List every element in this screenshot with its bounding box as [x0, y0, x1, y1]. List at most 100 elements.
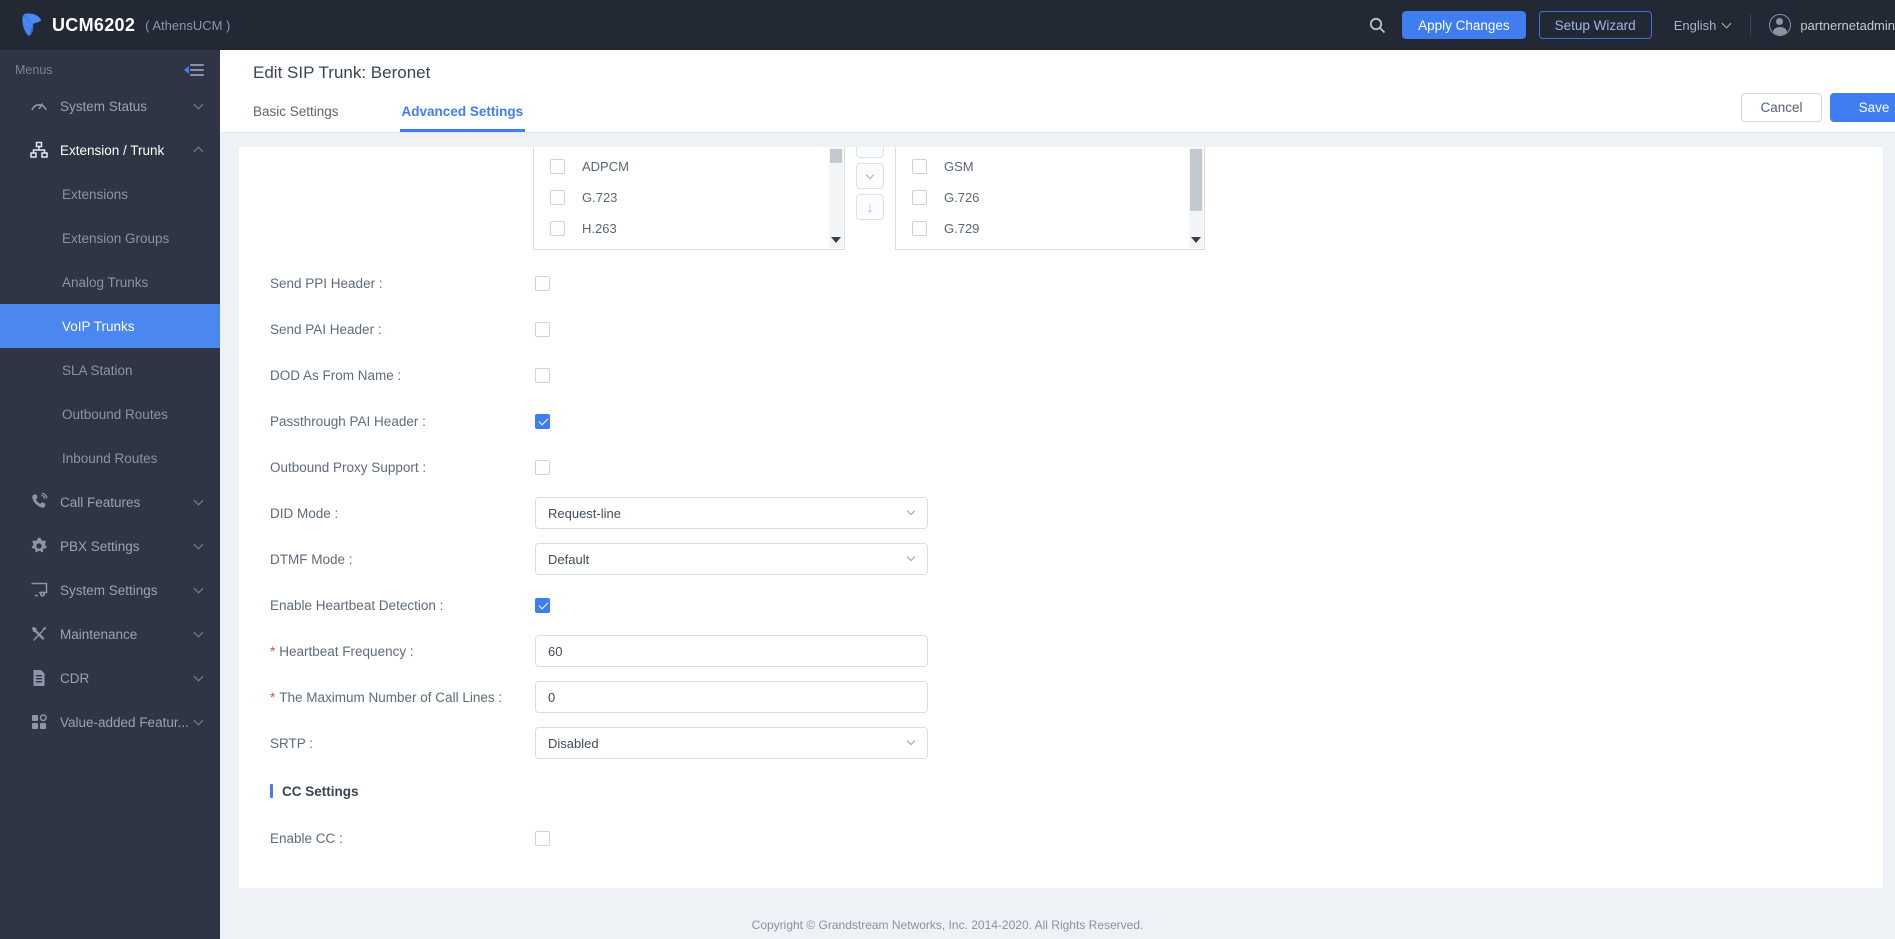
sidebar-item-call-features[interactable]: Call Features — [0, 480, 220, 524]
apply-changes-button[interactable]: Apply Changes — [1402, 11, 1526, 39]
sidebar-item-extension-trunk[interactable]: Extension / Trunk — [0, 128, 220, 172]
enable-heartbeat-detection-checkbox[interactable] — [535, 597, 550, 613]
codec-option: G.723 — [534, 182, 844, 213]
scrollbar[interactable] — [829, 148, 843, 248]
chevron-down-icon — [906, 552, 916, 562]
chevron-down-icon — [193, 99, 204, 110]
field-label: Outbound Proxy Support : — [270, 459, 427, 475]
sidebar: Menus System Status Extension / Trunk Ex… — [0, 50, 220, 939]
row-send-ppi-header: Send PPI Header : — [239, 260, 1883, 306]
row-passthrough-pai-header: Passthrough PAI Header : — [239, 398, 1883, 444]
sidebar-subitem-extension-groups[interactable]: Extension Groups — [0, 216, 220, 260]
grandstream-logo-icon — [22, 13, 41, 36]
collapse-menu-icon[interactable] — [184, 63, 204, 77]
chevron-down-icon — [193, 495, 204, 506]
subitem-label: VoIP Trunks — [62, 318, 135, 334]
scrollbar-down-icon[interactable] — [1189, 232, 1203, 248]
codec-checkbox[interactable] — [550, 190, 565, 205]
row-dod-as-from-name: DOD As From Name : — [239, 352, 1883, 398]
scrollbar-thumb[interactable] — [1190, 149, 1202, 211]
codec-checkbox[interactable] — [550, 221, 565, 236]
move-up-button[interactable] — [856, 147, 884, 158]
move-right-button[interactable] — [856, 163, 884, 189]
field-label: Send PPI Header : — [270, 275, 383, 291]
sidebar-item-maintenance[interactable]: Maintenance — [0, 612, 220, 656]
scrollbar[interactable] — [1189, 148, 1203, 248]
user-avatar-icon[interactable] — [1769, 14, 1792, 36]
sidebar-item-system-settings[interactable]: System Settings — [0, 568, 220, 612]
codec-label: G.729 — [944, 221, 980, 236]
subitem-label: Extensions — [62, 186, 129, 202]
monitor-gear-icon — [30, 581, 48, 599]
field-label: Enable Heartbeat Detection : — [270, 597, 444, 613]
field-label: * Heartbeat Frequency : — [270, 643, 414, 659]
chevron-down-icon — [193, 539, 204, 550]
field-label: Send PAI Header : — [270, 321, 382, 337]
codec-option: H.263 — [534, 213, 844, 244]
send-ppi-header-checkbox[interactable] — [535, 275, 550, 291]
chevron-down-icon — [193, 627, 204, 638]
required-marker: * — [270, 689, 276, 705]
send-pai-header-checkbox[interactable] — [535, 321, 550, 337]
section-title: CC Settings — [282, 783, 359, 799]
codec-checkbox[interactable] — [912, 221, 927, 236]
codec-list-available[interactable]: ADPCM G.723 H.263 — [533, 147, 845, 250]
row-did-mode: DID Mode : Request-line — [239, 490, 1883, 536]
tools-icon — [30, 625, 48, 643]
sidebar-item-label: CDR — [60, 670, 90, 686]
sidebar-subitem-inbound-routes[interactable]: Inbound Routes — [0, 436, 220, 480]
sidebar-subitem-analog-trunks[interactable]: Analog Trunks — [0, 260, 220, 304]
input-value: 60 — [548, 643, 563, 659]
heartbeat-frequency-input[interactable]: 60 — [535, 635, 928, 667]
outbound-proxy-support-checkbox[interactable] — [535, 459, 550, 475]
language-selector[interactable]: English — [1674, 18, 1732, 33]
sidebar-item-cdr[interactable]: CDR — [0, 656, 220, 700]
dod-as-from-name-checkbox[interactable] — [535, 367, 550, 383]
sidebar-item-pbx-settings[interactable]: PBX Settings — [0, 524, 220, 568]
codec-option: GSM — [896, 151, 1204, 182]
input-value: 0 — [548, 689, 556, 705]
codec-option: G.726 — [896, 182, 1204, 213]
did-mode-select[interactable]: Request-line — [535, 497, 928, 529]
save-button[interactable]: Save — [1830, 93, 1895, 122]
sidebar-item-label: Value-added Featur... — [60, 714, 189, 730]
sidebar-item-value-added-features[interactable]: Value-added Featur... — [0, 700, 220, 744]
page-title: Edit SIP Trunk: Beronet — [253, 63, 431, 82]
dtmf-mode-select[interactable]: Default — [535, 543, 928, 575]
codec-checkbox[interactable] — [912, 190, 927, 205]
field-label: Enable CC : — [270, 830, 343, 846]
sidebar-subitem-sla-station[interactable]: SLA Station — [0, 348, 220, 392]
scrollbar-down-icon[interactable] — [829, 232, 843, 248]
phone-icon — [30, 493, 48, 511]
subitem-label: Inbound Routes — [62, 450, 158, 466]
select-value: Disabled — [548, 735, 599, 751]
row-srtp: SRTP : Disabled — [239, 720, 1883, 766]
srtp-select[interactable]: Disabled — [535, 727, 928, 759]
sidebar-item-label: System Status — [60, 98, 148, 114]
scrollbar-thumb[interactable] — [830, 149, 842, 163]
sidebar-subitem-voip-trunks[interactable]: VoIP Trunks — [0, 304, 220, 348]
cancel-button[interactable]: Cancel — [1741, 93, 1822, 122]
setup-wizard-button[interactable]: Setup Wizard — [1538, 11, 1652, 39]
chevron-down-icon — [193, 715, 204, 726]
sitemap-icon — [30, 141, 48, 159]
max-call-lines-input[interactable]: 0 — [535, 681, 928, 713]
sidebar-item-label: PBX Settings — [60, 538, 140, 554]
codec-label: ADPCM — [582, 159, 629, 174]
move-down-button[interactable]: ↓ — [856, 194, 884, 220]
passthrough-pai-header-checkbox[interactable] — [535, 413, 550, 429]
sidebar-subitem-extensions[interactable]: Extensions — [0, 172, 220, 216]
codec-checkbox[interactable] — [550, 159, 565, 174]
enable-cc-checkbox[interactable] — [535, 830, 550, 846]
gear-icon — [30, 537, 48, 555]
select-value: Default — [548, 551, 590, 567]
codec-checkbox[interactable] — [912, 159, 927, 174]
search-icon[interactable] — [1362, 10, 1392, 40]
gauge-icon — [30, 97, 48, 115]
subitem-label: Extension Groups — [62, 230, 170, 246]
tab-basic-settings[interactable]: Basic Settings — [253, 104, 339, 132]
codec-list-selected[interactable]: GSM G.726 G.729 — [895, 147, 1205, 250]
tab-advanced-settings[interactable]: Advanced Settings — [399, 104, 525, 132]
sidebar-subitem-outbound-routes[interactable]: Outbound Routes — [0, 392, 220, 436]
sidebar-item-system-status[interactable]: System Status — [0, 84, 220, 128]
